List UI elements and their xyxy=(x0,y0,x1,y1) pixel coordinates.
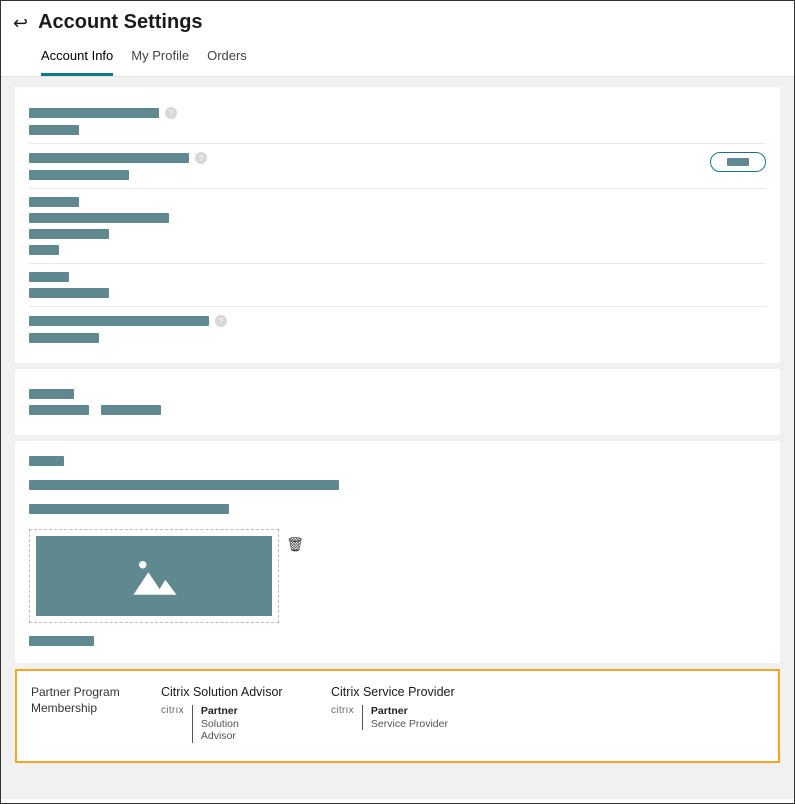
field-description xyxy=(29,480,339,490)
field-label xyxy=(29,316,209,326)
field-description xyxy=(29,504,229,514)
field-label xyxy=(29,153,189,163)
badge-line-2: Solution xyxy=(201,718,239,731)
field-label xyxy=(29,389,74,399)
field-value xyxy=(101,405,161,415)
partner-col-solution-advisor: Citrix Solution Advisor citrıx Partner S… xyxy=(161,685,301,743)
tab-my-profile[interactable]: My Profile xyxy=(131,48,189,76)
delete-logo-icon[interactable]: 🗑 xyxy=(286,536,304,553)
badge-line-2: Service Provider xyxy=(371,718,448,731)
logo-placeholder-image xyxy=(36,536,272,616)
field-value xyxy=(29,229,109,239)
partner-program-card: Partner Program Membership Citrix Soluti… xyxy=(15,669,780,763)
page-title: Account Settings xyxy=(38,11,202,34)
field-value xyxy=(29,405,89,415)
badge-divider xyxy=(192,705,193,743)
account-info-card: ? ? xyxy=(15,87,780,363)
partner-section-heading: Partner Program Membership xyxy=(31,685,131,743)
logo-card: 🗑 xyxy=(15,441,780,663)
help-icon[interactable]: ? xyxy=(195,152,207,164)
tab-account-info[interactable]: Account Info xyxy=(41,48,113,76)
button-label-placeholder xyxy=(727,158,749,166)
field-value xyxy=(29,213,169,223)
field-value xyxy=(29,170,129,180)
badge-line-3: Advisor xyxy=(201,730,239,743)
field-value xyxy=(29,288,109,298)
field-value xyxy=(29,333,99,343)
logo-upload-box[interactable]: 🗑 xyxy=(29,529,279,623)
field-value xyxy=(29,125,79,135)
secondary-card xyxy=(15,369,780,435)
partner-brand: citrıx xyxy=(331,705,354,716)
field-value xyxy=(29,245,59,255)
back-button[interactable]: ↩ xyxy=(13,14,28,32)
badge-divider xyxy=(362,705,363,730)
partner-col-service-provider: Citrix Service Provider citrıx Partner S… xyxy=(331,685,471,743)
edit-button[interactable] xyxy=(710,152,766,172)
partner-badge: citrıx Partner Service Provider xyxy=(331,705,471,730)
field-label xyxy=(29,197,79,207)
image-placeholder-icon xyxy=(124,552,184,600)
field-label xyxy=(29,272,69,282)
badge-line-1: Partner xyxy=(201,705,239,718)
help-icon[interactable]: ? xyxy=(215,315,227,327)
tab-orders[interactable]: Orders xyxy=(207,48,247,76)
partner-title: Citrix Solution Advisor xyxy=(161,685,301,699)
badge-line-1: Partner xyxy=(371,705,448,718)
partner-title: Citrix Service Provider xyxy=(331,685,471,699)
field-label xyxy=(29,456,64,466)
partner-badge: citrıx Partner Solution Advisor xyxy=(161,705,301,743)
help-icon[interactable]: ? xyxy=(165,107,177,119)
field-label xyxy=(29,636,94,646)
content-area: ? ? xyxy=(1,77,794,799)
partner-brand: citrıx xyxy=(161,705,184,716)
tabs: Account Info My Profile Orders xyxy=(1,40,794,77)
field-label xyxy=(29,108,159,118)
